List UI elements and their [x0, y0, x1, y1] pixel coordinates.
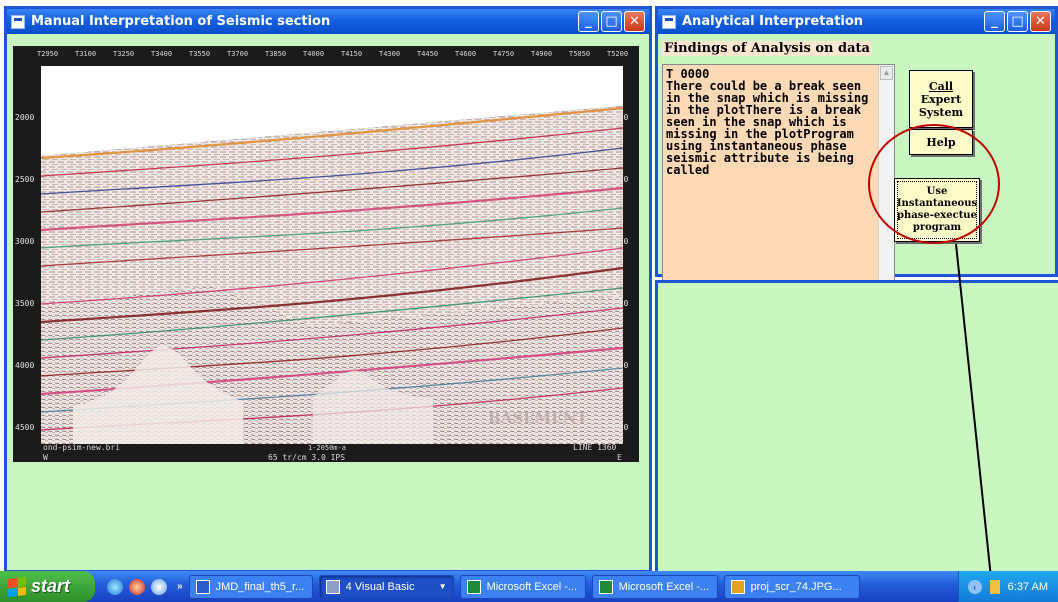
corner-e-label: E	[617, 453, 622, 462]
quick-launch: »	[107, 578, 183, 595]
seismic-window-title: Manual Interpretation of Seismic section	[31, 14, 331, 29]
windows-flag-icon	[8, 576, 26, 597]
top-tick-label: T3700	[227, 50, 248, 58]
findings-text: T 0000 There could be a break seen in th…	[666, 67, 869, 177]
system-label: System	[918, 105, 964, 119]
group-dropdown-icon[interactable]: ▼	[439, 582, 447, 591]
media-player-icon[interactable]	[129, 578, 145, 595]
top-tick-label: T3550	[189, 50, 210, 58]
footer-right-label: LINE 1360	[573, 443, 617, 452]
left-depth-tick: 2500	[15, 175, 34, 184]
task-label: 4 Visual Basic	[345, 580, 415, 593]
expert-label: Expert	[920, 92, 962, 106]
right-depth-tick: 4500	[609, 423, 628, 432]
right-depth-tick: 3000	[609, 237, 628, 246]
clock[interactable]: 6:37 AM	[1008, 581, 1048, 593]
show-hidden-icons-icon[interactable]: ‹	[967, 579, 982, 594]
analysis-window: Analytical Interpretation _ □ ✕ Findings…	[655, 6, 1058, 304]
maximize-icon[interactable]: □	[1007, 11, 1028, 32]
footer-center-label: 1-2050m-a	[308, 444, 346, 452]
seismic-window: Manual Interpretation of Seismic section…	[4, 6, 652, 573]
call-label: Call	[928, 79, 954, 93]
taskbar-item-word[interactable]: JMD_final_th5_r...	[188, 574, 313, 599]
analysis-window-title: Analytical Interpretation	[682, 14, 864, 29]
phase-exectue-label: phase-exectue	[897, 210, 977, 221]
top-tick-label: T4450	[417, 50, 438, 58]
close-icon[interactable]: ✕	[624, 11, 645, 32]
right-depth-tick: 4000	[609, 361, 628, 370]
app-icon	[11, 14, 25, 29]
internet-explorer-icon[interactable]	[107, 578, 123, 595]
scroll-up-icon[interactable]: ▲	[880, 66, 893, 80]
help-label: Help	[926, 135, 956, 149]
top-tick-label: T3250	[113, 50, 134, 58]
taskbar-item-visual-basic[interactable]: 4 Visual Basic ▼	[318, 574, 454, 599]
task-label: Microsoft Excel -...	[486, 580, 578, 593]
top-tick-label: T3850	[265, 50, 286, 58]
image-viewer-icon	[730, 579, 745, 594]
browser-icon[interactable]	[151, 578, 167, 595]
minimize-icon[interactable]: _	[578, 11, 599, 32]
top-tick-label: T4150	[341, 50, 362, 58]
top-tick-label: T2950	[37, 50, 58, 58]
findings-scrollbar[interactable]: ▲	[878, 65, 894, 303]
empty-workspace-pane	[655, 280, 1058, 574]
taskbar-item-excel-1[interactable]: Microsoft Excel -...	[459, 574, 586, 599]
top-tick-label: T5050	[569, 50, 590, 58]
use-label: Use	[926, 186, 948, 197]
start-label: start	[31, 576, 71, 596]
task-label: Microsoft Excel -...	[618, 580, 710, 593]
word-icon	[195, 579, 210, 594]
call-expert-system-button[interactable]: Call Expert System	[909, 70, 973, 128]
start-button[interactable]: start	[0, 571, 95, 602]
excel-icon	[598, 579, 613, 594]
seismic-section-image: T2950 T3100 T3250 T3400 T3550 T3700 T3850 T4000…	[13, 46, 639, 462]
left-depth-tick: 2000	[15, 113, 34, 122]
maximize-icon[interactable]: □	[601, 11, 622, 32]
top-tick-label: T5200	[607, 50, 628, 58]
left-depth-tick: 4500	[15, 423, 34, 432]
footer-scale-label: 65 tr/cm 3.0 IPS	[268, 453, 345, 462]
taskbar-item-image-viewer[interactable]: proj_scr_74.JPG...	[723, 574, 860, 599]
top-tick-label: T3100	[75, 50, 96, 58]
visual-basic-icon	[325, 579, 340, 594]
taskbar: start » JMD_final_th5_r... 4 Visual Basi…	[0, 571, 1058, 602]
seismic-section-svg: T2950 T3100 T3250 T3400 T3550 T3700 T3850 T4000…	[13, 46, 639, 462]
top-tick-label: T3400	[151, 50, 172, 58]
excel-icon	[466, 579, 481, 594]
seismic-titlebar[interactable]: Manual Interpretation of Seismic section…	[7, 9, 649, 34]
instantaneous-label: Instantaneous	[896, 198, 978, 209]
top-tick-label: T4000	[303, 50, 324, 58]
footer-left-label: ond-psim-new.bri	[43, 443, 120, 452]
quick-launch-more-icon[interactable]: »	[177, 581, 183, 592]
findings-heading: Findings of Analysis on data	[662, 41, 872, 56]
close-icon[interactable]: ✕	[1030, 11, 1051, 32]
top-tick-label: T4750	[493, 50, 514, 58]
basement-label: BASEMENT	[488, 409, 588, 427]
findings-textbox[interactable]: T 0000 There could be a break seen in th…	[662, 64, 895, 304]
use-instantaneous-phase-button[interactable]: Use Instantaneous phase-exectue program	[894, 178, 980, 242]
right-depth-tick: 3500	[609, 299, 628, 308]
tray-app-icon[interactable]	[989, 579, 1000, 594]
minimize-icon[interactable]: _	[984, 11, 1005, 32]
help-button[interactable]: Help	[909, 129, 973, 155]
top-tick-label: T4600	[455, 50, 476, 58]
system-tray: ‹ 6:37 AM	[958, 571, 1058, 602]
program-label: program	[912, 222, 962, 233]
left-depth-tick: 3000	[15, 237, 34, 246]
corner-w-label: W	[43, 453, 48, 462]
left-depth-tick: 4000	[15, 361, 34, 370]
right-depth-tick: 2500	[609, 175, 628, 184]
task-label: JMD_final_th5_r...	[215, 580, 305, 593]
analysis-titlebar[interactable]: Analytical Interpretation _ □ ✕	[658, 9, 1055, 34]
taskbar-item-excel-2[interactable]: Microsoft Excel -...	[591, 574, 718, 599]
top-tick-label: T4900	[531, 50, 552, 58]
app-icon	[662, 14, 676, 29]
left-depth-tick: 3500	[15, 299, 34, 308]
right-depth-tick: 2000	[609, 113, 628, 122]
task-label: proj_scr_74.JPG...	[750, 580, 842, 593]
top-tick-label: T4300	[379, 50, 400, 58]
